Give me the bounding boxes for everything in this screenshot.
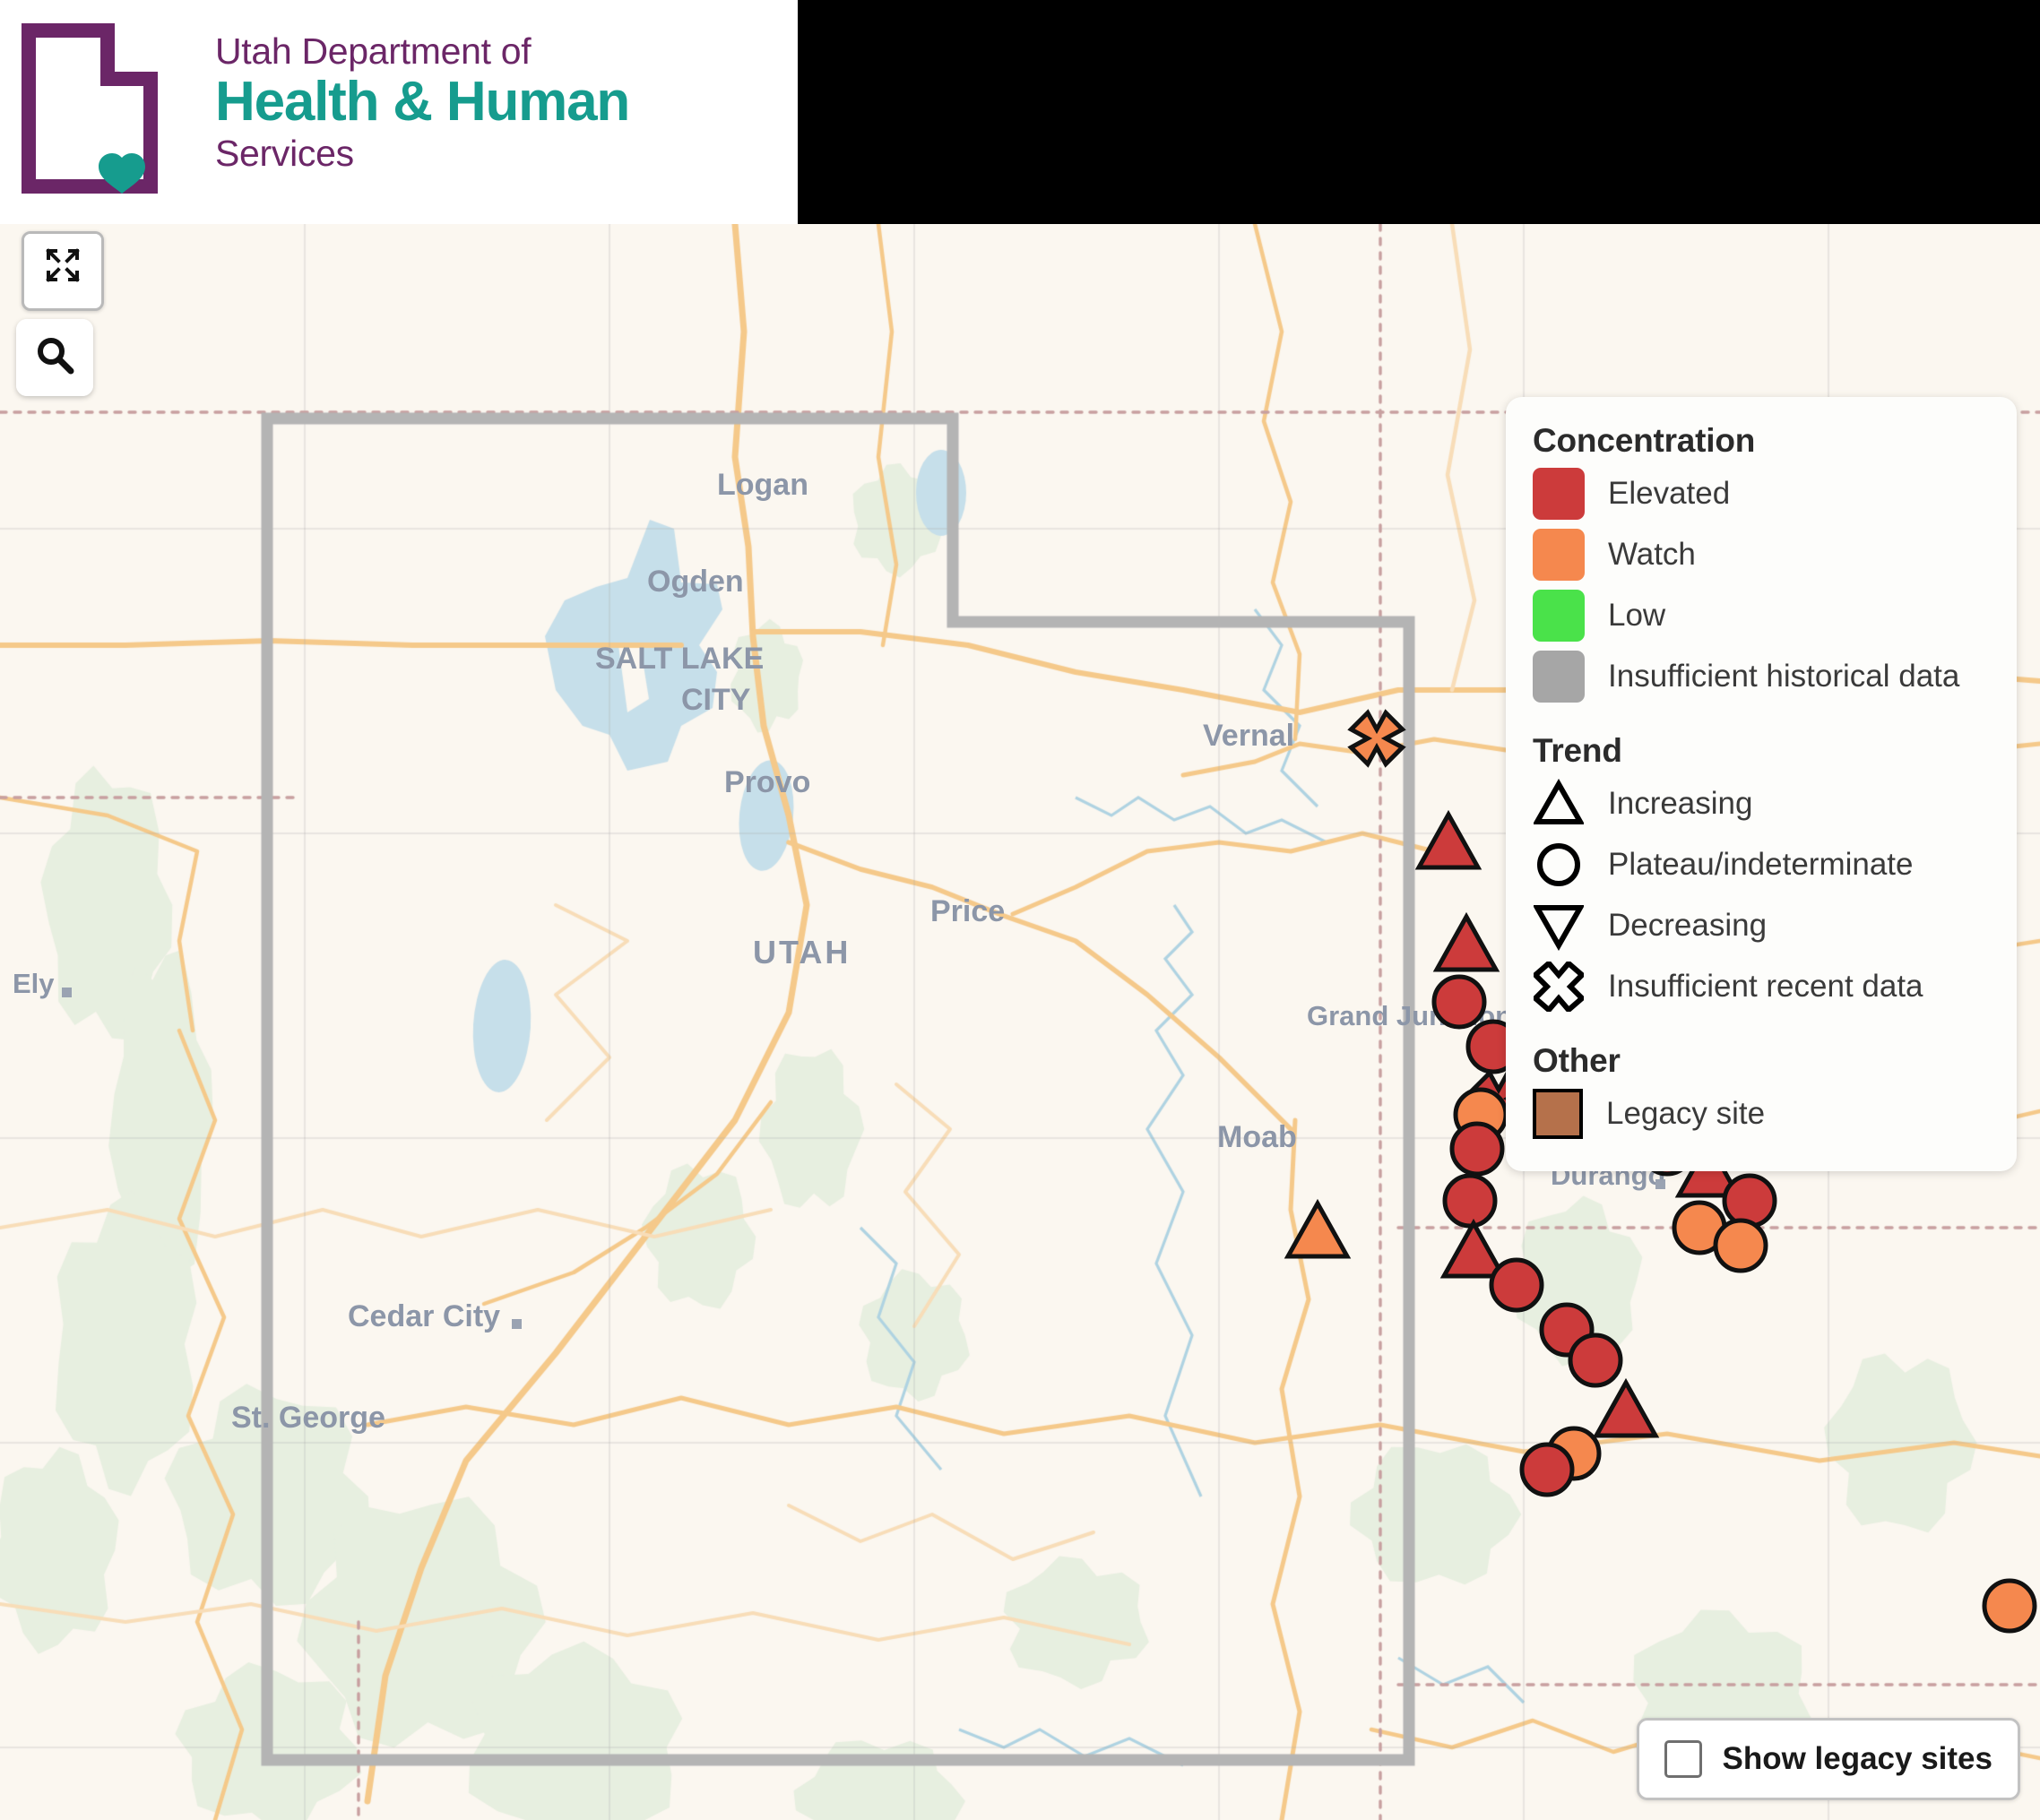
fit-bounds-button[interactable] [24,234,101,303]
legend-item-elevated[interactable]: Elevated [1533,463,1990,524]
map-marker[interactable] [1442,1173,1498,1229]
search-icon [33,333,76,383]
fit-bounds-icon [43,246,82,291]
map-marker[interactable] [1982,1578,2037,1634]
search-button[interactable] [16,319,93,396]
legend-swatch [1533,651,1585,703]
map-marker[interactable] [1722,1173,1777,1229]
map-marker[interactable] [1284,1198,1352,1259]
legend-swatch [1533,468,1585,520]
legend-item-label: Watch [1608,537,1696,572]
legend-title-trend: Trend [1533,732,1622,769]
map-marker[interactable] [1568,1333,1623,1388]
legend-item-insufficient-recent-data[interactable]: Insufficient recent data [1533,956,1990,1017]
utah-outline-heart-icon [22,23,158,194]
legend-item-increasing[interactable]: Increasing [1533,773,1990,834]
circle-icon [1533,840,1585,890]
legend-item-label: Elevated [1608,476,1731,511]
map-marker[interactable] [1449,1121,1505,1177]
legend-section-concentration: Concentration Elevated Watch Low Insufficie… [1533,422,1990,707]
map-marker[interactable] [1347,709,1406,768]
legend-title-concentration: Concentration [1533,422,1756,459]
legend-section-other: Other Legacy site [1533,1042,1990,1144]
legend-item-label: Low [1608,598,1666,633]
legend-item-label: Legacy site [1606,1096,1766,1131]
legend-item-label: Insufficient historical data [1608,659,1960,694]
agency-logo: Utah Department of Health & Human Servic… [0,0,798,224]
map-search-control [16,319,93,396]
triangle-up-icon [1533,779,1585,829]
legend-item-label: Plateau/indeterminate [1608,847,1914,882]
show-legacy-sites-control[interactable]: Show legacy sites [1637,1718,2020,1800]
map-marker[interactable] [1431,974,1487,1030]
logo-line-1: Utah Department of [215,30,532,72]
map-marker[interactable] [1713,1218,1768,1273]
legend-swatch [1533,590,1585,642]
logo-line-3: Services [215,133,354,174]
show-legacy-sites-checkbox[interactable] [1664,1740,1703,1778]
map-marker[interactable] [1439,1218,1508,1279]
map-marker[interactable] [1432,911,1500,972]
legend-item-plateau-indeterminate[interactable]: Plateau/indeterminate [1533,834,1990,895]
legend-item-label: Increasing [1608,786,1753,821]
legend-item-legacy-site[interactable]: Legacy site [1533,1083,1990,1144]
legend-trend-rows: Increasing Plateau/indeterminate Decreasin… [1533,773,1990,1017]
map-marker[interactable] [1519,1442,1575,1497]
legend-concentration-rows: Elevated Watch Low Insufficient historical … [1533,463,1990,707]
legend-item-decreasing[interactable]: Decreasing [1533,895,1990,956]
fit-bounds-control [22,231,104,311]
triangle-down-icon [1533,901,1585,951]
legend-item-label: Insufficient recent data [1608,969,1923,1004]
legend-item-insufficient-historical-data[interactable]: Insufficient historical data [1533,646,1990,707]
legend-swatch [1533,1089,1583,1139]
legend-section-trend: Trend Increasing Plateau/indeterminate Dec… [1533,732,1990,1017]
legend-item-low[interactable]: Low [1533,585,1990,646]
app-header: Utah Department of Health & Human Servic… [0,0,2040,224]
map-legend: Concentration Elevated Watch Low Insufficie… [1506,397,2017,1171]
map-marker[interactable] [1414,809,1482,870]
cross-x-icon [1533,962,1585,1012]
agency-logo-text: Utah Department of Health & Human Servic… [215,30,798,174]
logo-line-2: Health & Human [215,71,630,134]
map-marker[interactable] [1489,1257,1544,1313]
legend-other-rows: Legacy site [1533,1083,1990,1144]
legend-item-label: Decreasing [1608,908,1768,943]
legend-title-other: Other [1533,1042,1621,1079]
legend-swatch [1533,529,1585,581]
show-legacy-sites-label: Show legacy sites [1722,1741,1992,1776]
map-marker[interactable] [1592,1377,1660,1438]
vizualization-root: Utah Department of Health & Human Servic… [0,0,2040,1820]
legend-item-watch[interactable]: Watch [1533,524,1990,585]
